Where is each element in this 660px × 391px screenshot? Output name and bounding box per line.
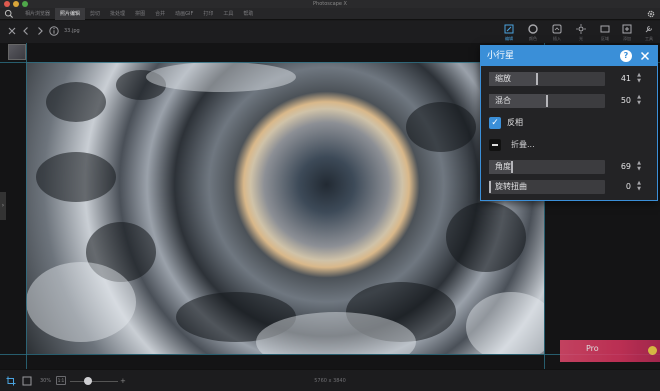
tool-label: 工具 — [645, 36, 653, 41]
close-icon[interactable] — [6, 25, 18, 37]
scale-stepper[interactable]: ▲ ▼ — [633, 72, 645, 86]
tab-tools[interactable]: 工具 — [218, 8, 238, 20]
fold-label: 折叠... — [511, 140, 535, 149]
little-planet-panel: 小行星 ? 缩放 41 ▲ ▼ 混合 50 ▲ ▼ ✓ 反相 折叠... 角度 … — [480, 45, 658, 201]
panel-title: 小行星 — [487, 51, 515, 61]
twist-control: 旋转扭曲 0 ▲ ▼ — [487, 180, 653, 196]
twist-stepper[interactable]: ▲ ▼ — [633, 180, 645, 194]
tool-edit[interactable]: 编辑 — [498, 22, 520, 42]
scale-value[interactable]: 41 — [607, 73, 631, 85]
light-icon — [576, 24, 586, 34]
scale-slider-handle[interactable] — [536, 73, 538, 85]
tools-icon — [645, 26, 652, 33]
sidebar-toggle-handle[interactable]: › — [0, 192, 6, 220]
invert-checkbox[interactable]: ✓ — [489, 117, 501, 129]
gear-icon[interactable] — [646, 9, 656, 19]
scale-control: 缩放 41 ▲ ▼ — [487, 72, 653, 88]
tool-region[interactable]: 区域 — [594, 22, 616, 42]
angle-stepper[interactable]: ▲ ▼ — [633, 160, 645, 174]
original-preview-thumbnail[interactable] — [8, 44, 26, 60]
arrow-right-icon — [648, 346, 657, 355]
blend-label: 混合 — [495, 96, 511, 105]
pro-upgrade-banner[interactable]: Pro — [560, 340, 660, 362]
blend-control: 混合 50 ▲ ▼ — [487, 94, 653, 110]
tool-light[interactable]: 光 — [570, 22, 592, 42]
twist-value[interactable]: 0 — [607, 181, 631, 193]
edited-photo[interactable] — [26, 62, 544, 354]
tab-batch[interactable]: 批处理 — [105, 8, 130, 20]
twist-slider-handle[interactable] — [489, 181, 491, 193]
tab-collage[interactable]: 拼图 — [130, 8, 150, 20]
status-bar: 30% 1:1 + 5760 x 3840 — [0, 369, 660, 391]
scale-slider[interactable]: 缩放 — [489, 72, 605, 86]
twist-slider[interactable]: 旋转扭曲 — [489, 180, 605, 194]
blend-slider-handle[interactable] — [546, 95, 548, 107]
pro-banner-label: Pro — [586, 344, 599, 353]
region-icon — [600, 25, 610, 33]
tab-combine[interactable]: 合并 — [150, 8, 170, 20]
blend-stepper[interactable]: ▲ ▼ — [633, 94, 645, 108]
help-button[interactable]: ? — [620, 50, 632, 62]
tab-bar: 相片浏览器 照片编辑 剪切 批处理 拼图 合并 动画GIF 打印 工具 帮助 — [0, 8, 660, 20]
scale-label: 缩放 — [495, 74, 511, 83]
tab-print[interactable]: 打印 — [198, 8, 218, 20]
search-icon[interactable] — [4, 9, 14, 19]
tab-photo-browser[interactable]: 相片浏览器 — [20, 8, 55, 20]
main-tabs: 相片浏览器 照片编辑 剪切 批处理 拼图 合并 动画GIF 打印 工具 帮助 — [20, 8, 258, 20]
title-bar: Photoscape X — [0, 0, 660, 8]
info-icon[interactable] — [48, 25, 60, 37]
add-icon — [622, 24, 632, 34]
tab-animated-gif[interactable]: 动画GIF — [170, 8, 198, 20]
invert-control[interactable]: ✓ 反相 — [487, 116, 653, 132]
blend-slider[interactable]: 混合 — [489, 94, 605, 108]
collapse-icon[interactable] — [489, 139, 501, 151]
tab-cut[interactable]: 剪切 — [85, 8, 105, 20]
tool-color[interactable]: 颜色 — [522, 22, 544, 42]
angle-value[interactable]: 69 — [607, 161, 631, 173]
blend-value[interactable]: 50 — [607, 95, 631, 107]
app-title: Photoscape X — [313, 1, 347, 7]
tab-photo-editor[interactable]: 照片编辑 — [55, 8, 86, 20]
image-dimensions: 5760 x 3840 — [314, 378, 346, 384]
edit-icon — [504, 24, 514, 34]
tool-label: 插入 — [553, 36, 561, 41]
insert-icon — [552, 24, 562, 34]
chevron-left-icon[interactable] — [20, 25, 32, 37]
invert-label: 反相 — [507, 118, 523, 127]
close-icon[interactable] — [638, 49, 652, 63]
tab-help[interactable]: 帮助 — [238, 8, 258, 20]
twist-label: 旋转扭曲 — [495, 182, 527, 191]
tool-tools[interactable]: 工具 — [638, 22, 660, 42]
fold-control[interactable]: 折叠... — [487, 138, 653, 154]
tool-label: 区域 — [601, 36, 609, 41]
chevron-right-icon[interactable] — [34, 25, 46, 37]
canvas-guide-left — [26, 43, 27, 369]
file-name: 33.jpg — [64, 28, 80, 34]
tool-label: 颜色 — [529, 36, 537, 41]
angle-control: 角度 69 ▲ ▼ — [487, 160, 653, 176]
tool-add[interactable]: 添加 — [616, 22, 638, 42]
tool-insert[interactable]: 插入 — [546, 22, 568, 42]
tool-label: 光 — [579, 36, 583, 41]
editor-toolbar: 33.jpg 编辑 颜色 插入 光 区域 添加 工具 — [0, 21, 660, 43]
angle-slider[interactable]: 角度 — [489, 160, 605, 174]
tool-label: 编辑 — [505, 36, 513, 41]
panel-header: 小行星 ? — [481, 46, 657, 66]
angle-slider-handle[interactable] — [511, 161, 513, 173]
angle-label: 角度 — [495, 162, 511, 171]
color-icon — [528, 24, 538, 34]
tool-label: 添加 — [623, 36, 631, 41]
